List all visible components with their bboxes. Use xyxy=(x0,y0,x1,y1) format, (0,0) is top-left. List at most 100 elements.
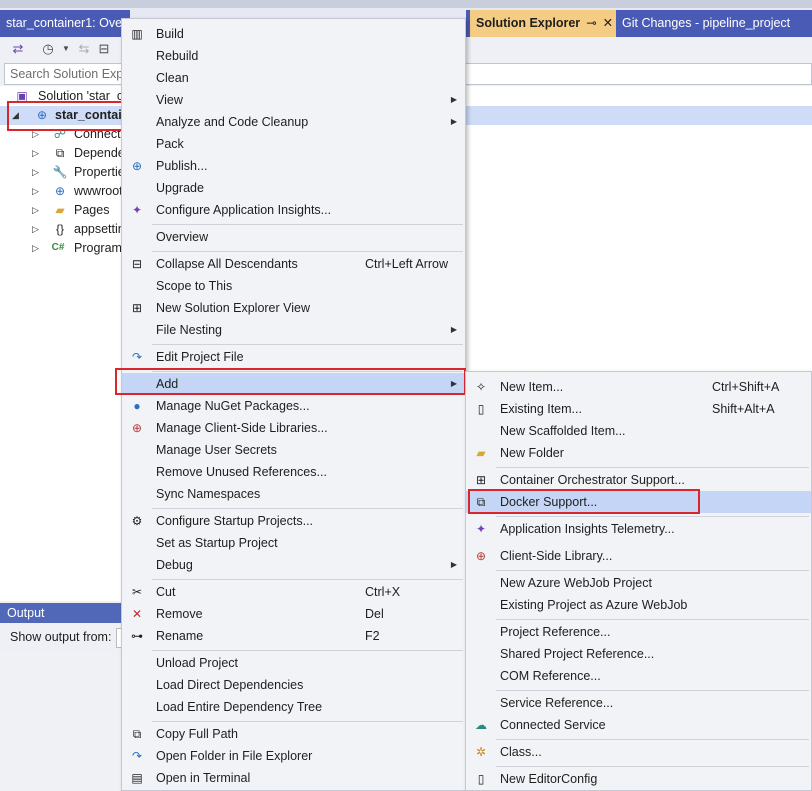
shortcut-label: Ctrl+X xyxy=(365,585,401,599)
collapsed-arrow-icon[interactable]: ▷ xyxy=(32,182,39,201)
menu-item-configure-app-insights[interactable]: ✦ Configure Application Insights... xyxy=(122,199,465,221)
menu-item-clean[interactable]: Clean xyxy=(122,67,465,89)
submenu-item-shared-project-reference[interactable]: Shared Project Reference... xyxy=(466,643,811,665)
collapsed-arrow-icon[interactable]: ▷ xyxy=(32,220,39,239)
menu-separator xyxy=(496,690,809,691)
json-file-icon: {} xyxy=(55,222,64,236)
menu-item-remove[interactable]: ✕ Remove Del xyxy=(122,603,465,625)
editorconfig-icon: ▯ xyxy=(477,772,485,786)
menu-item-overview[interactable]: Overview xyxy=(122,226,465,248)
menu-item-sync-namespaces[interactable]: Sync Namespaces xyxy=(122,483,465,505)
menu-item-view[interactable]: View ▶ xyxy=(122,89,465,111)
submenu-arrow-icon: ▶ xyxy=(450,95,457,104)
properties-icon: 🔧 xyxy=(52,165,68,179)
menu-item-open-folder[interactable]: ↷ Open Folder in File Explorer xyxy=(122,745,465,767)
menu-item-load-entire[interactable]: Load Entire Dependency Tree xyxy=(122,696,465,718)
back-icon[interactable]: ⇆ xyxy=(76,41,92,57)
menu-item-scope[interactable]: Scope to This xyxy=(122,275,465,297)
submenu-item-com-reference[interactable]: COM Reference... xyxy=(466,665,811,687)
library-globe-icon: ⊕ xyxy=(475,549,487,563)
scissors-icon: ✂ xyxy=(131,585,143,599)
menu-separator xyxy=(152,251,463,252)
submenu-item-project-reference[interactable]: Project Reference... xyxy=(466,621,811,643)
submenu-item-app-insights[interactable]: ✦ Application Insights Telemetry... xyxy=(466,518,811,540)
tab-git-changes[interactable]: Git Changes - pipeline_project xyxy=(616,10,812,37)
nuget-icon: ● xyxy=(133,399,141,413)
submenu-item-scaffolded[interactable]: New Scaffolded Item... xyxy=(466,420,811,442)
menu-item-copy-path[interactable]: ⧉ Copy Full Path xyxy=(122,723,465,745)
tree-item[interactable]: ▷ ⊕ wwwroot xyxy=(0,182,140,201)
menu-item-manage-nuget[interactable]: ● Manage NuGet Packages... xyxy=(122,395,465,417)
terminal-icon: ▤ xyxy=(131,771,143,785)
collapsed-arrow-icon[interactable]: ▷ xyxy=(32,239,39,258)
submenu-item-azure-webjob[interactable]: New Azure WebJob Project xyxy=(466,572,811,594)
menu-item-rename[interactable]: ⊶ Rename F2 xyxy=(122,625,465,647)
menu-item-remove-unused-refs[interactable]: Remove Unused References... xyxy=(122,461,465,483)
menu-item-edit-project-file[interactable]: ↷ Edit Project File xyxy=(122,346,465,368)
menu-item-debug[interactable]: Debug ▶ xyxy=(122,554,465,576)
tree-item[interactable]: ▷ 🔧 Properties xyxy=(0,163,140,182)
menu-item-set-startup[interactable]: Set as Startup Project xyxy=(122,532,465,554)
tree-item[interactable]: ▷ ▰ Pages xyxy=(0,201,140,220)
app-insights-icon: ✦ xyxy=(475,522,487,536)
menu-item-build[interactable]: ▥ Build xyxy=(122,23,465,45)
menu-item-load-direct[interactable]: Load Direct Dependencies xyxy=(122,674,465,696)
menu-separator xyxy=(152,508,463,509)
tab-solution-explorer-label: Solution Explorer xyxy=(476,16,581,30)
submenu-item-new-folder[interactable]: ▰ New Folder xyxy=(466,442,811,464)
menu-separator xyxy=(496,619,809,620)
menu-item-file-nesting[interactable]: File Nesting ▶ xyxy=(122,319,465,341)
connected-service-icon: ☁ xyxy=(475,718,487,732)
chevron-down-icon[interactable]: ▼ xyxy=(58,41,74,57)
pin-icon[interactable]: ⊸ xyxy=(586,16,596,30)
menu-item-user-secrets[interactable]: Manage User Secrets xyxy=(122,439,465,461)
menu-separator xyxy=(496,467,809,468)
menu-item-open-terminal[interactable]: ▤ Open in Terminal xyxy=(122,767,465,789)
copy-icon: ⧉ xyxy=(132,727,142,741)
menu-item-rebuild[interactable]: Rebuild xyxy=(122,45,465,67)
tree-item-label: wwwroot xyxy=(74,184,123,198)
menu-separator xyxy=(496,570,809,571)
collapsed-arrow-icon[interactable]: ▷ xyxy=(32,201,39,220)
collapsed-arrow-icon[interactable]: ▷ xyxy=(32,163,39,182)
tab-solution-explorer[interactable]: Solution Explorer ⊸ ✕ xyxy=(470,10,628,37)
submenu-arrow-icon: ▶ xyxy=(450,560,457,569)
collapse-all-icon[interactable]: ⊟ xyxy=(96,41,112,57)
menu-item-pack[interactable]: Pack xyxy=(122,133,465,155)
history-icon[interactable]: ◷ xyxy=(40,41,56,57)
submenu-item-connected-service[interactable]: ☁ Connected Service xyxy=(466,714,811,736)
menu-item-cut[interactable]: ✂ Cut Ctrl+X xyxy=(122,581,465,603)
tree-item[interactable]: ▷ ⧉ Dependencies xyxy=(0,144,154,163)
menu-separator xyxy=(152,721,463,722)
submenu-item-new-item[interactable]: ✧ New Item... Ctrl+Shift+A xyxy=(466,376,811,398)
submenu-item-editorconfig[interactable]: ▯ New EditorConfig xyxy=(466,768,811,790)
collapsed-arrow-icon[interactable]: ▷ xyxy=(32,144,39,163)
menu-item-publish[interactable]: ⊕ Publish... xyxy=(122,155,465,177)
tree-item[interactable]: ▷ C# Program.cs xyxy=(0,239,140,258)
menu-separator xyxy=(152,344,463,345)
menu-item-configure-startup[interactable]: ⚙ Configure Startup Projects... xyxy=(122,510,465,532)
switch-views-icon[interactable]: ⇄ xyxy=(10,41,26,57)
project-context-menu: ▥ Build Rebuild Clean View ▶ Analyze and C… xyxy=(121,18,466,791)
output-title: Output xyxy=(7,606,45,620)
submenu-item-existing-item[interactable]: ▯ Existing Item... Shift+Alt+A xyxy=(466,398,811,420)
submenu-item-service-reference[interactable]: Service Reference... xyxy=(466,692,811,714)
tab-overview[interactable]: star_container1: Overview xyxy=(0,10,130,37)
tree-item[interactable]: ▷ {} appsettings.json xyxy=(0,220,164,239)
submenu-arrow-icon: ▶ xyxy=(450,117,457,126)
dependencies-icon: ⧉ xyxy=(55,146,65,160)
menu-item-analyze[interactable]: Analyze and Code Cleanup ▶ xyxy=(122,111,465,133)
menu-item-new-se-view[interactable]: ⊞ New Solution Explorer View xyxy=(122,297,465,319)
menu-item-client-libraries[interactable]: ⊕ Manage Client-Side Libraries... xyxy=(122,417,465,439)
highlight-box-docker-support xyxy=(468,489,700,514)
close-icon[interactable]: ✕ xyxy=(603,16,613,30)
menu-item-unload[interactable]: Unload Project xyxy=(122,652,465,674)
library-globe-icon: ⊕ xyxy=(131,421,143,435)
rename-icon: ⊶ xyxy=(131,629,143,643)
submenu-item-class[interactable]: ✲ Class... xyxy=(466,741,811,763)
submenu-item-container-orchestrator[interactable]: ⊞ Container Orchestrator Support... xyxy=(466,469,811,491)
menu-item-upgrade[interactable]: Upgrade xyxy=(122,177,465,199)
menu-item-collapse-all[interactable]: ⊟ Collapse All Descendants Ctrl+Left Arrow xyxy=(122,253,465,275)
submenu-item-existing-webjob[interactable]: Existing Project as Azure WebJob xyxy=(466,594,811,616)
submenu-item-client-library[interactable]: ⊕ Client-Side Library... xyxy=(466,545,811,567)
